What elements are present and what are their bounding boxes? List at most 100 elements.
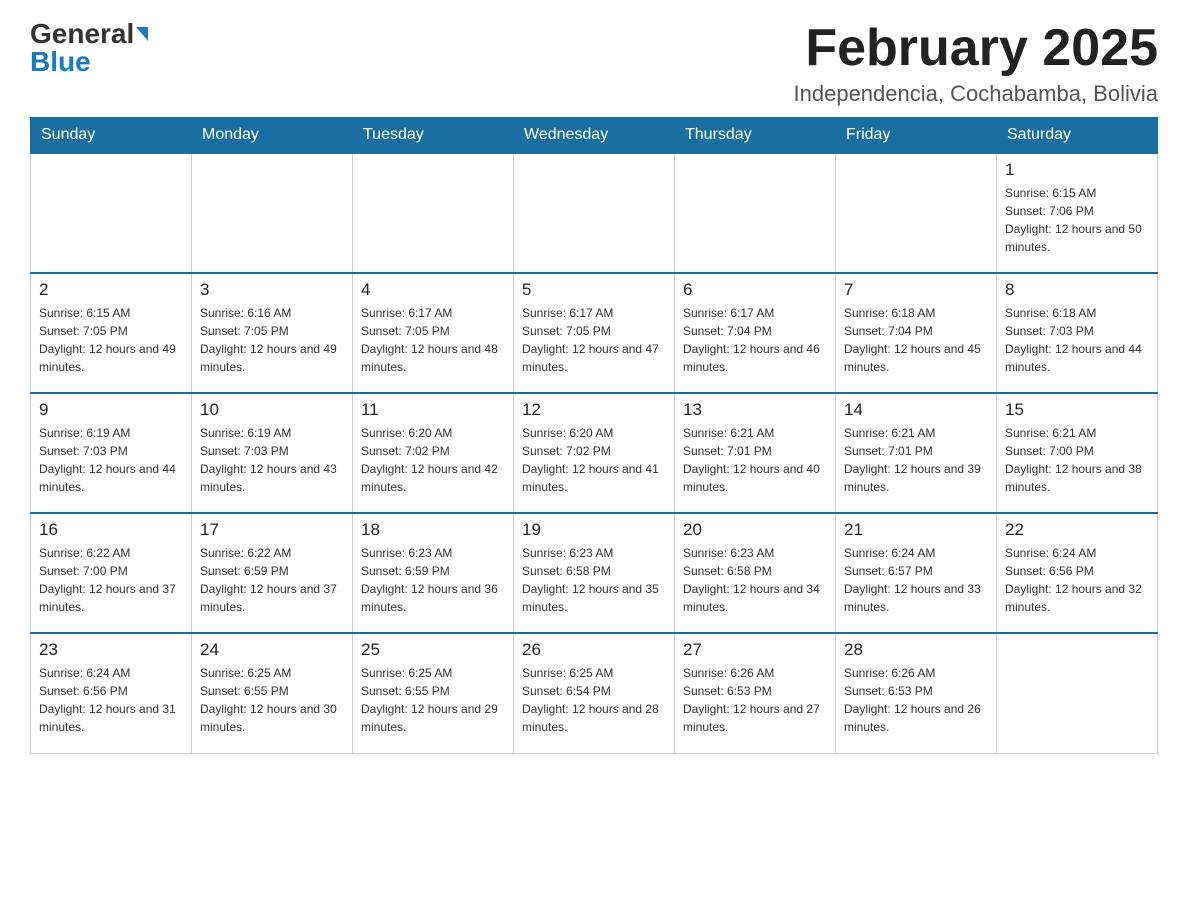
table-row: 20 Sunrise: 6:23 AMSunset: 6:58 PMDayligh… xyxy=(675,513,836,633)
table-row: 16 Sunrise: 6:22 AMSunset: 7:00 PMDayligh… xyxy=(31,513,192,633)
day-number: 6 xyxy=(683,280,827,300)
table-row: 21 Sunrise: 6:24 AMSunset: 6:57 PMDayligh… xyxy=(836,513,997,633)
day-number: 20 xyxy=(683,520,827,540)
day-info: Sunrise: 6:17 AMSunset: 7:05 PMDaylight:… xyxy=(361,304,505,376)
day-info: Sunrise: 6:22 AMSunset: 7:00 PMDaylight:… xyxy=(39,544,183,616)
col-tuesday: Tuesday xyxy=(353,118,514,154)
table-row: 11Sunrise: 6:20 AMSunset: 7:02 PMDayligh… xyxy=(353,393,514,513)
table-row xyxy=(353,153,514,273)
day-number: 14 xyxy=(844,400,988,420)
day-info: Sunrise: 6:17 AMSunset: 7:05 PMDaylight:… xyxy=(522,304,666,376)
table-row: 14 Sunrise: 6:21 AMSunset: 7:01 PMDayligh… xyxy=(836,393,997,513)
table-row: 17 Sunrise: 6:22 AMSunset: 6:59 PMDayligh… xyxy=(192,513,353,633)
table-row: 18 Sunrise: 6:23 AMSunset: 6:59 PMDayligh… xyxy=(353,513,514,633)
table-row: 1 Sunrise: 6:15 AMSunset: 7:06 PMDaylight… xyxy=(997,153,1158,273)
day-number: 4 xyxy=(361,280,505,300)
day-number: 15 xyxy=(1005,400,1149,420)
table-row xyxy=(997,633,1158,753)
calendar-week-row: 1 Sunrise: 6:15 AMSunset: 7:06 PMDaylight… xyxy=(31,153,1158,273)
day-number: 3 xyxy=(200,280,344,300)
table-row: 25 Sunrise: 6:25 AMSunset: 6:55 PMDayligh… xyxy=(353,633,514,753)
calendar-week-row: 2Sunrise: 6:15 AMSunset: 7:05 PMDaylight… xyxy=(31,273,1158,393)
day-number: 18 xyxy=(361,520,505,540)
location-subtitle: Independencia, Cochabamba, Bolivia xyxy=(794,81,1158,107)
table-row: 2Sunrise: 6:15 AMSunset: 7:05 PMDaylight… xyxy=(31,273,192,393)
day-number: 27 xyxy=(683,640,827,660)
day-info: Sunrise: 6:21 AMSunset: 7:01 PMDaylight:… xyxy=(844,424,988,496)
col-thursday: Thursday xyxy=(675,118,836,154)
table-row: 26 Sunrise: 6:25 AMSunset: 6:54 PMDayligh… xyxy=(514,633,675,753)
day-info: Sunrise: 6:26 AMSunset: 6:53 PMDaylight:… xyxy=(844,664,988,736)
table-row: 13 Sunrise: 6:21 AMSunset: 7:01 PMDayligh… xyxy=(675,393,836,513)
day-info: Sunrise: 6:25 AMSunset: 6:55 PMDaylight:… xyxy=(361,664,505,736)
logo-arrow-icon xyxy=(136,27,148,41)
col-wednesday: Wednesday xyxy=(514,118,675,154)
day-number: 13 xyxy=(683,400,827,420)
calendar-week-row: 9 Sunrise: 6:19 AMSunset: 7:03 PMDaylight… xyxy=(31,393,1158,513)
table-row: 9 Sunrise: 6:19 AMSunset: 7:03 PMDaylight… xyxy=(31,393,192,513)
day-info: Sunrise: 6:22 AMSunset: 6:59 PMDaylight:… xyxy=(200,544,344,616)
day-info: Sunrise: 6:16 AMSunset: 7:05 PMDaylight:… xyxy=(200,304,344,376)
day-number: 5 xyxy=(522,280,666,300)
day-number: 25 xyxy=(361,640,505,660)
table-row: 28Sunrise: 6:26 AMSunset: 6:53 PMDayligh… xyxy=(836,633,997,753)
day-info: Sunrise: 6:17 AMSunset: 7:04 PMDaylight:… xyxy=(683,304,827,376)
day-number: 8 xyxy=(1005,280,1149,300)
table-row xyxy=(31,153,192,273)
table-row: 10 Sunrise: 6:19 AMSunset: 7:03 PMDayligh… xyxy=(192,393,353,513)
table-row xyxy=(675,153,836,273)
day-number: 9 xyxy=(39,400,183,420)
table-row xyxy=(192,153,353,273)
calendar-week-row: 23Sunrise: 6:24 AMSunset: 6:56 PMDayligh… xyxy=(31,633,1158,753)
table-row: 27 Sunrise: 6:26 AMSunset: 6:53 PMDayligh… xyxy=(675,633,836,753)
day-info: Sunrise: 6:25 AMSunset: 6:55 PMDaylight:… xyxy=(200,664,344,736)
day-info: Sunrise: 6:15 AMSunset: 7:05 PMDaylight:… xyxy=(39,304,183,376)
day-info: Sunrise: 6:23 AMSunset: 6:58 PMDaylight:… xyxy=(683,544,827,616)
day-number: 1 xyxy=(1005,160,1149,180)
day-number: 17 xyxy=(200,520,344,540)
calendar-header-row: Sunday Monday Tuesday Wednesday Thursday… xyxy=(31,118,1158,154)
table-row: 6 Sunrise: 6:17 AMSunset: 7:04 PMDaylight… xyxy=(675,273,836,393)
month-title: February 2025 xyxy=(794,20,1158,77)
day-number: 16 xyxy=(39,520,183,540)
day-info: Sunrise: 6:19 AMSunset: 7:03 PMDaylight:… xyxy=(200,424,344,496)
title-area: February 2025 Independencia, Cochabamba,… xyxy=(794,20,1158,107)
table-row xyxy=(836,153,997,273)
day-info: Sunrise: 6:18 AMSunset: 7:03 PMDaylight:… xyxy=(1005,304,1149,376)
page-header: General Blue February 2025 Independencia… xyxy=(30,20,1158,107)
table-row: 15Sunrise: 6:21 AMSunset: 7:00 PMDayligh… xyxy=(997,393,1158,513)
day-number: 19 xyxy=(522,520,666,540)
day-info: Sunrise: 6:24 AMSunset: 6:57 PMDaylight:… xyxy=(844,544,988,616)
day-number: 22 xyxy=(1005,520,1149,540)
table-row xyxy=(514,153,675,273)
col-friday: Friday xyxy=(836,118,997,154)
table-row: 7 Sunrise: 6:18 AMSunset: 7:04 PMDaylight… xyxy=(836,273,997,393)
day-info: Sunrise: 6:18 AMSunset: 7:04 PMDaylight:… xyxy=(844,304,988,376)
day-info: Sunrise: 6:24 AMSunset: 6:56 PMDaylight:… xyxy=(39,664,183,736)
day-info: Sunrise: 6:24 AMSunset: 6:56 PMDaylight:… xyxy=(1005,544,1149,616)
table-row: 22 Sunrise: 6:24 AMSunset: 6:56 PMDayligh… xyxy=(997,513,1158,633)
day-number: 11 xyxy=(361,400,505,420)
day-info: Sunrise: 6:25 AMSunset: 6:54 PMDaylight:… xyxy=(522,664,666,736)
day-number: 10 xyxy=(200,400,344,420)
table-row: 8 Sunrise: 6:18 AMSunset: 7:03 PMDaylight… xyxy=(997,273,1158,393)
day-info: Sunrise: 6:23 AMSunset: 6:58 PMDaylight:… xyxy=(522,544,666,616)
day-number: 7 xyxy=(844,280,988,300)
logo-general-text: General xyxy=(30,20,134,48)
day-info: Sunrise: 6:19 AMSunset: 7:03 PMDaylight:… xyxy=(39,424,183,496)
day-info: Sunrise: 6:23 AMSunset: 6:59 PMDaylight:… xyxy=(361,544,505,616)
calendar-table: Sunday Monday Tuesday Wednesday Thursday… xyxy=(30,117,1158,754)
day-info: Sunrise: 6:20 AMSunset: 7:02 PMDaylight:… xyxy=(522,424,666,496)
day-info: Sunrise: 6:26 AMSunset: 6:53 PMDaylight:… xyxy=(683,664,827,736)
day-info: Sunrise: 6:21 AMSunset: 7:01 PMDaylight:… xyxy=(683,424,827,496)
logo: General Blue xyxy=(30,20,148,76)
day-info: Sunrise: 6:15 AMSunset: 7:06 PMDaylight:… xyxy=(1005,184,1149,256)
col-saturday: Saturday xyxy=(997,118,1158,154)
day-number: 26 xyxy=(522,640,666,660)
table-row: 3 Sunrise: 6:16 AMSunset: 7:05 PMDaylight… xyxy=(192,273,353,393)
table-row: 5 Sunrise: 6:17 AMSunset: 7:05 PMDaylight… xyxy=(514,273,675,393)
table-row: 19 Sunrise: 6:23 AMSunset: 6:58 PMDayligh… xyxy=(514,513,675,633)
table-row: 12Sunrise: 6:20 AMSunset: 7:02 PMDayligh… xyxy=(514,393,675,513)
col-monday: Monday xyxy=(192,118,353,154)
day-number: 21 xyxy=(844,520,988,540)
